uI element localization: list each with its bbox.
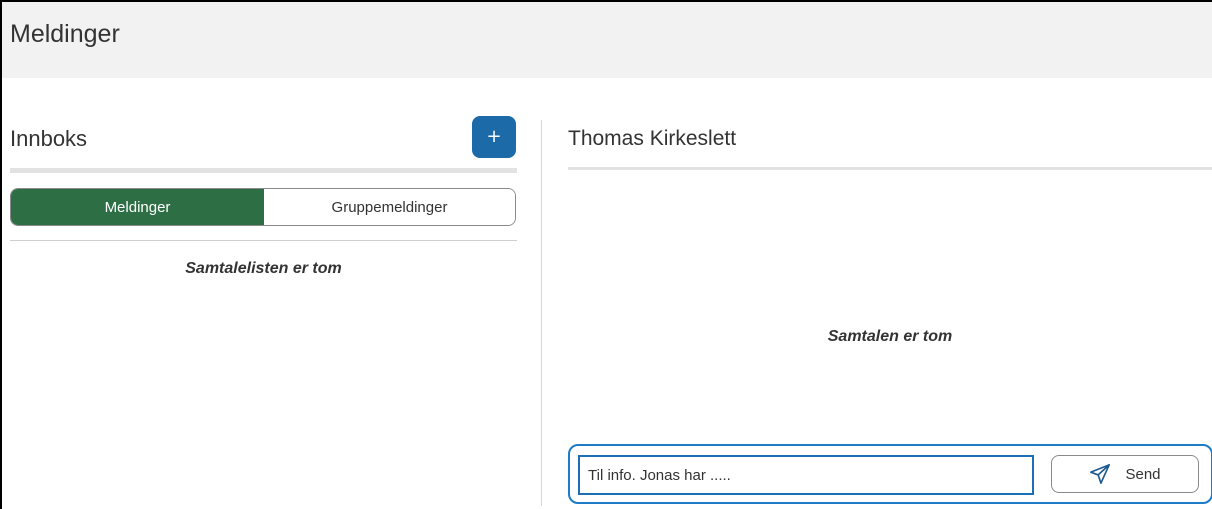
inbox-divider	[10, 168, 517, 173]
empty-conversation-text: Samtalen er tom	[827, 328, 953, 345]
message-input[interactable]	[578, 455, 1034, 495]
new-message-button[interactable]: +	[472, 116, 516, 158]
inbox-title: Innboks	[10, 126, 88, 151]
send-button[interactable]: Send	[1051, 455, 1199, 493]
paper-plane-icon	[1089, 463, 1111, 485]
inbox-tab-group: Meldinger Gruppemeldinger	[10, 188, 516, 226]
page-title: Meldinger	[10, 20, 120, 48]
panel-divider	[541, 120, 542, 506]
empty-conversation-list-text: Samtalelisten er tom	[185, 260, 342, 277]
inbox-list-divider	[10, 240, 517, 241]
page-header: Meldinger	[2, 2, 1212, 78]
tab-meldinger[interactable]: Meldinger	[11, 189, 264, 225]
tab-gruppemeldinger[interactable]: Gruppemeldinger	[264, 189, 515, 225]
app-window: Meldinger Innboks + Meldinger Gruppemeld…	[0, 0, 1212, 509]
conversation-title: Thomas Kirkeslett	[568, 127, 737, 150]
send-button-label: Send	[1125, 465, 1161, 483]
conversation-divider	[568, 167, 1212, 170]
compose-box: Send	[568, 444, 1212, 504]
